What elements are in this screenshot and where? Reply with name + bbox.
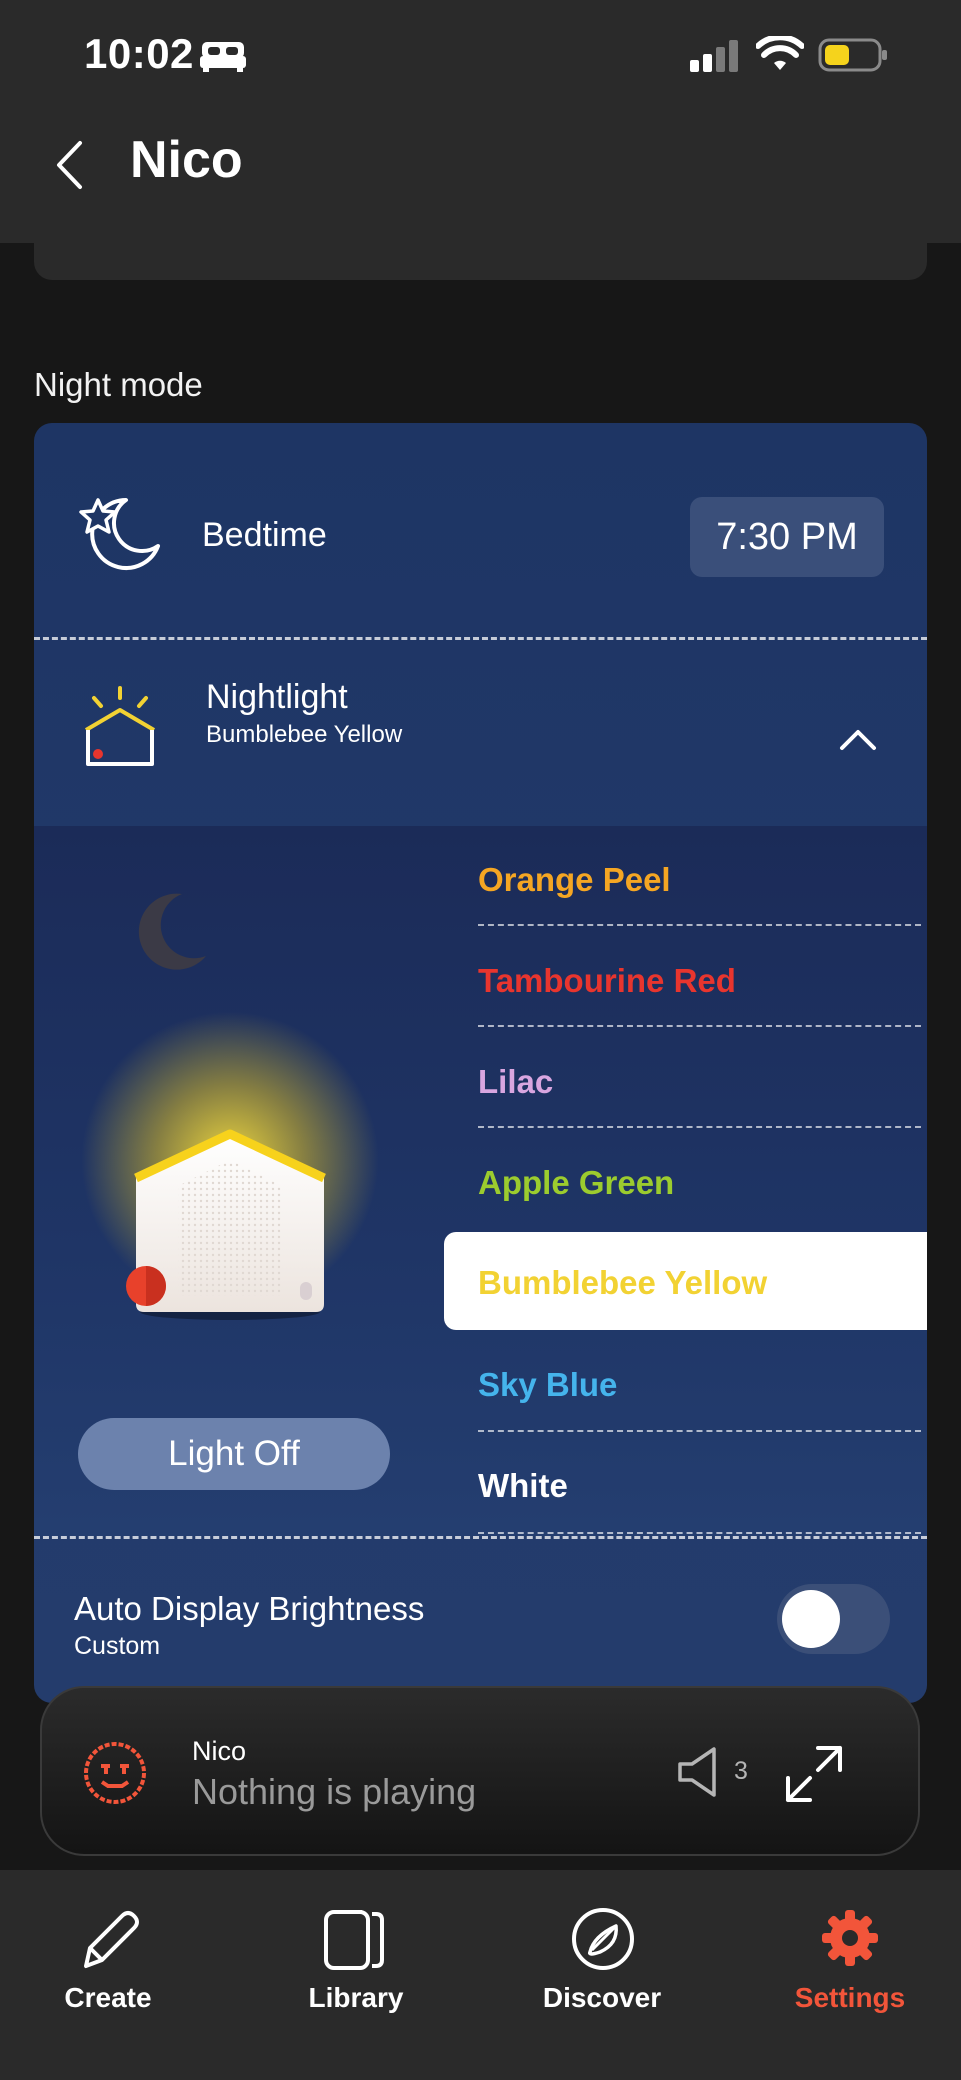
auto-brightness-label: Auto Display Brightness — [74, 1590, 425, 1627]
device-illustration — [126, 1129, 326, 1320]
color-divider — [478, 1430, 921, 1432]
color-divider — [478, 1126, 921, 1128]
color-option-orange-peel[interactable]: Orange Peel — [478, 830, 926, 930]
compass-icon — [572, 1908, 634, 1970]
nightlight-icon — [84, 686, 156, 766]
volume-level: 3 — [734, 1757, 748, 1785]
tab-library[interactable]: Library — [256, 1900, 456, 2020]
previous-card — [34, 230, 927, 280]
chevron-up-icon[interactable] — [838, 728, 878, 752]
toggle-knob — [782, 1590, 840, 1648]
player-status: Nothing is playing — [192, 1771, 477, 1812]
color-option-white[interactable]: White — [478, 1436, 926, 1536]
color-divider — [478, 1025, 921, 1027]
section-title: Night mode — [34, 366, 203, 403]
bedtime-moon-icon — [79, 498, 160, 570]
device-face-icon — [84, 1742, 146, 1804]
tab-settings[interactable]: Settings — [750, 1900, 950, 2020]
color-option-bumblebee-yellow[interactable]: Bumblebee Yellow — [478, 1233, 926, 1333]
color-option-tambourine-red[interactable]: Tambourine Red — [478, 931, 926, 1031]
tab-discover[interactable]: Discover — [502, 1900, 702, 2020]
color-divider — [478, 924, 921, 926]
divider — [34, 1536, 927, 1539]
bedtime-label: Bedtime — [202, 516, 327, 554]
tab-label: Settings — [794, 1982, 906, 2013]
color-option-apple-green[interactable]: Apple Green — [478, 1133, 926, 1233]
gear-icon — [822, 1910, 878, 1966]
status-time: 10:02 — [84, 30, 194, 77]
tab-label: Library — [308, 1982, 404, 2013]
light-off-button[interactable]: Light Off — [78, 1418, 390, 1490]
speaker-icon[interactable] — [676, 1746, 722, 1798]
color-option-sky-blue[interactable]: Sky Blue — [478, 1335, 926, 1435]
expand-icon[interactable] — [784, 1744, 844, 1804]
library-icon — [324, 1910, 384, 1970]
page-title: Nico — [130, 131, 243, 189]
signal-icon — [690, 40, 738, 72]
wifi-icon — [756, 36, 804, 70]
battery-icon — [818, 38, 887, 72]
bedtime-time-button[interactable]: 7:30 PM — [690, 497, 884, 577]
bed-icon — [200, 42, 246, 72]
moon-icon — [138, 893, 206, 970]
tab-label: Create — [64, 1982, 152, 2013]
nightlight-label: Nightlight — [206, 678, 348, 716]
player-device-name: Nico — [192, 1736, 247, 1766]
tab-label: Discover — [542, 1982, 662, 2013]
pencil-icon — [84, 1911, 139, 1968]
color-divider — [478, 1532, 921, 1534]
divider — [34, 637, 927, 640]
tab-create[interactable]: Create — [8, 1900, 208, 2020]
back-icon[interactable] — [54, 140, 84, 190]
nightlight-selected-color: Bumblebee Yellow — [206, 721, 403, 748]
color-option-lilac[interactable]: Lilac — [478, 1032, 926, 1132]
auto-brightness-value: Custom — [74, 1632, 161, 1660]
